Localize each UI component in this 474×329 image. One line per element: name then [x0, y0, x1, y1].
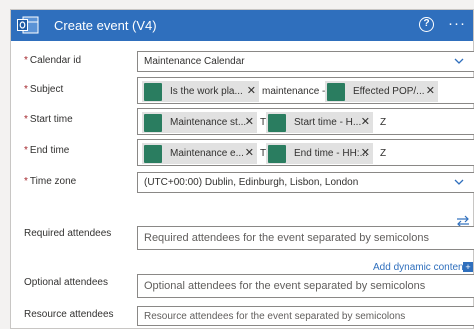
action-header[interactable]: Create event (V4) ? ···	[11, 10, 473, 41]
start-time-field[interactable]: Maintenance st... ✕ T Start time - H... …	[137, 108, 474, 135]
required-mark: *	[24, 55, 28, 66]
end-time-label: * End time	[24, 145, 69, 156]
action-title: Create event (V4)	[54, 18, 157, 33]
remove-token-icon[interactable]: ✕	[245, 115, 254, 128]
required-attendees-input[interactable]: Required attendees for the event separat…	[137, 226, 474, 250]
required-mark: *	[24, 145, 28, 156]
subject-label: * Subject	[24, 84, 63, 95]
token-text: Start time - H...	[294, 117, 362, 128]
subject-field[interactable]: Is the work pla... ✕ maintenance - Effec…	[137, 77, 474, 104]
chevron-down-icon	[454, 58, 464, 64]
start-time-label: * Start time	[24, 114, 73, 125]
dynamic-token[interactable]: Maintenance e... ✕	[142, 143, 257, 164]
token-text: Maintenance e...	[170, 148, 244, 159]
calendar-id-dropdown[interactable]: Maintenance Calendar	[137, 51, 474, 72]
remove-token-icon[interactable]: ✕	[247, 84, 256, 97]
remove-token-icon[interactable]: ✕	[245, 146, 254, 159]
resource-attendees-label: Resource attendees	[24, 309, 114, 320]
calendar-id-label: * Calendar id	[24, 55, 81, 66]
chevron-down-icon	[454, 179, 464, 185]
more-options-icon[interactable]: ···	[448, 15, 466, 32]
start-time-label-text: Start time	[29, 114, 73, 125]
dynamic-token[interactable]: Start time - H... ✕	[266, 112, 373, 133]
remove-token-icon[interactable]: ✕	[361, 146, 370, 159]
timezone-suffix: Z	[380, 148, 387, 159]
timezone-suffix: Z	[380, 117, 387, 128]
optional-attendees-input[interactable]: Optional attendees for the event separat…	[137, 274, 474, 298]
resource-attendees-placeholder: Resource attendees for the event separat…	[144, 311, 406, 322]
token-text: Effected POP/...	[353, 86, 425, 97]
dynamic-token[interactable]: End time - HH:... ✕	[266, 143, 373, 164]
token-text: Is the work pla...	[170, 86, 243, 97]
add-icon[interactable]: +	[463, 262, 473, 272]
time-zone-value: (UTC+00:00) Dublin, Edinburgh, Lisbon, L…	[144, 177, 359, 188]
required-mark: *	[24, 176, 28, 187]
remove-token-icon[interactable]: ✕	[361, 115, 370, 128]
required-attendees-label: Required attendees	[24, 228, 112, 239]
end-time-label-text: End time	[29, 145, 70, 156]
subject-label-text: Subject	[29, 84, 64, 95]
required-attendees-placeholder: Required attendees for the event separat…	[144, 232, 429, 244]
excel-token-icon	[268, 144, 286, 163]
help-icon[interactable]: ?	[419, 17, 434, 32]
required-mark: *	[24, 114, 28, 125]
token-text: End time - HH:...	[294, 148, 368, 159]
dynamic-token[interactable]: Is the work pla... ✕	[142, 81, 259, 102]
time-zone-label-text: Time zone	[29, 176, 77, 187]
optional-attendees-placeholder: Optional attendees for the event separat…	[144, 280, 426, 292]
excel-token-icon	[268, 113, 286, 132]
excel-token-icon	[144, 144, 162, 163]
add-dynamic-content-link[interactable]: Add dynamic content	[373, 262, 466, 273]
time-zone-dropdown[interactable]: (UTC+00:00) Dublin, Edinburgh, Lisbon, L…	[137, 172, 474, 193]
resource-attendees-input[interactable]: Resource attendees for the event separat…	[137, 306, 474, 326]
dynamic-token[interactable]: Effected POP/... ✕	[325, 81, 438, 102]
dynamic-token[interactable]: Maintenance st... ✕	[142, 112, 257, 133]
token-text: Maintenance st...	[170, 117, 247, 128]
subject-plain-text: maintenance -	[262, 86, 326, 97]
create-event-card: Create event (V4) ? ··· * Calendar id Mai…	[10, 9, 474, 329]
excel-token-icon	[327, 82, 345, 101]
outlook-icon	[17, 16, 39, 34]
calendar-id-label-text: Calendar id	[29, 55, 82, 66]
end-time-field[interactable]: Maintenance e... ✕ T End time - HH:... ✕…	[137, 139, 474, 166]
required-mark: *	[24, 84, 28, 95]
excel-token-icon	[144, 113, 162, 132]
optional-attendees-label: Optional attendees	[24, 277, 108, 288]
remove-token-icon[interactable]: ✕	[426, 84, 435, 97]
calendar-id-value: Maintenance Calendar	[144, 56, 245, 67]
time-zone-label: * Time zone	[24, 176, 76, 187]
excel-token-icon	[144, 82, 162, 101]
